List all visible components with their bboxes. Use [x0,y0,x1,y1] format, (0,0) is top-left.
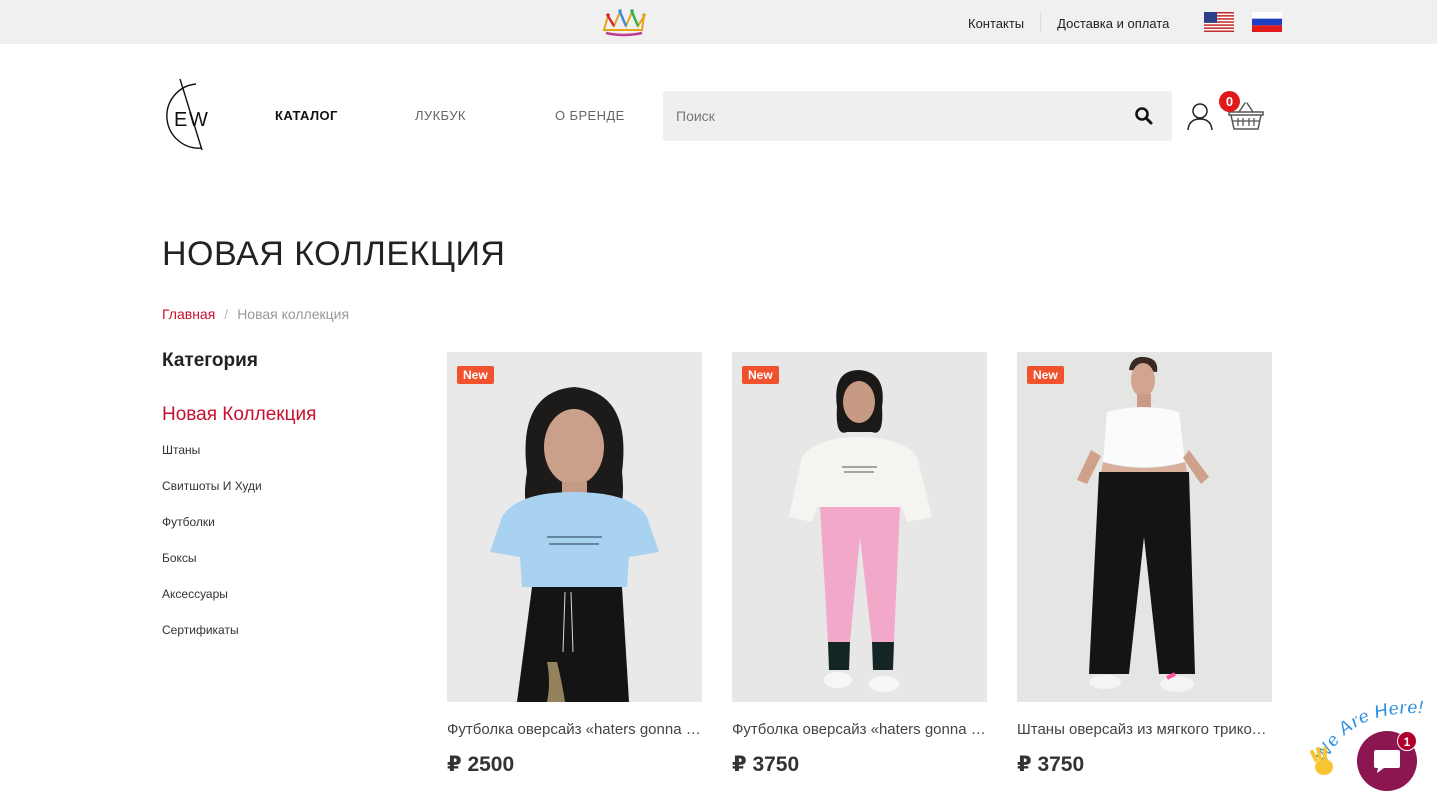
product-card[interactable]: New Футболка оверсайз «haters gonna hate… [732,352,987,776]
list-item: Свитшоты И Худи [162,479,262,515]
nav-lookbook[interactable]: ЛУКБУК [415,108,466,123]
category-accessories[interactable]: Аксессуары [162,587,228,601]
ru-flag-icon[interactable] [1252,12,1282,32]
svg-text:E: E [174,109,187,131]
cart-count-badge: 0 [1219,91,1240,112]
list-item: Аксессуары [162,587,262,623]
product-price: ₽ 3750 [732,753,800,776]
new-badge: New [1027,366,1064,384]
top-links: Контакты Доставка и оплата [968,13,1169,33]
chat-unread-badge: 1 [1397,731,1417,751]
breadcrumb-current: Новая коллекция [237,306,350,322]
product-photo[interactable]: New [1017,352,1272,702]
breadcrumb: Главная / Новая коллекция [162,306,349,322]
user-icon[interactable] [1186,101,1214,131]
svg-text:W: W [189,109,208,131]
ew-logo-icon[interactable]: E W [162,76,228,154]
product-card[interactable]: New Штаны оверсайз из мягкого трикотажа … [1017,352,1272,776]
category-new-collection[interactable]: Новая Коллекция [162,404,316,426]
category-certificates[interactable]: Сертификаты [162,623,239,637]
page-title: НОВАЯ КОЛЛЕКЦИЯ [162,235,506,273]
product-photo[interactable]: New [732,352,987,702]
product-name[interactable]: Футболка оверсайз «haters gonna hate» [732,721,987,738]
list-item: Сертификаты [162,623,262,659]
breadcrumb-home-link[interactable]: Главная [162,306,215,322]
divider [1040,13,1042,33]
product-name[interactable]: Футболка оверсайз «haters gonna hate» [447,721,702,738]
list-item: Штаны [162,443,262,479]
breadcrumb-separator: / [224,306,229,322]
product-photo[interactable]: New [447,352,702,702]
chat-bubble-icon [1374,750,1400,773]
list-item: Футболки [162,515,262,551]
category-boxes[interactable]: Боксы [162,551,197,565]
crown-logo-icon[interactable] [600,6,648,38]
new-badge: New [457,366,494,384]
search-input[interactable] [663,91,1123,141]
search-icon[interactable] [1134,106,1154,126]
product-card[interactable]: New Футболка оверсайз «haters gonna hate… [447,352,702,776]
list-item: Боксы [162,551,262,587]
product-name[interactable]: Штаны оверсайз из мягкого трикотажа [1017,721,1272,738]
category-list: Штаны Свитшоты И Худи Футболки Боксы Акс… [162,443,262,659]
contacts-link[interactable]: Контакты [968,16,1024,31]
search-bar [663,91,1172,141]
us-flag-icon[interactable] [1204,12,1234,32]
category-tshirts[interactable]: Футболки [162,515,215,529]
nav-catalog[interactable]: КАТАЛОГ [275,108,338,123]
product-price: ₽ 3750 [1017,753,1085,776]
category-pants[interactable]: Штаны [162,443,200,457]
delivery-link[interactable]: Доставка и оплата [1057,16,1169,31]
product-price: ₽ 2500 [447,753,515,776]
category-heading: Категория [162,350,258,371]
nav-about-brand[interactable]: О БРЕНДЕ [555,108,625,123]
new-badge: New [742,366,779,384]
category-sweatshirts-hoodies[interactable]: Свитшоты И Худи [162,479,262,493]
top-bar: Контакты Доставка и оплата [0,0,1437,44]
